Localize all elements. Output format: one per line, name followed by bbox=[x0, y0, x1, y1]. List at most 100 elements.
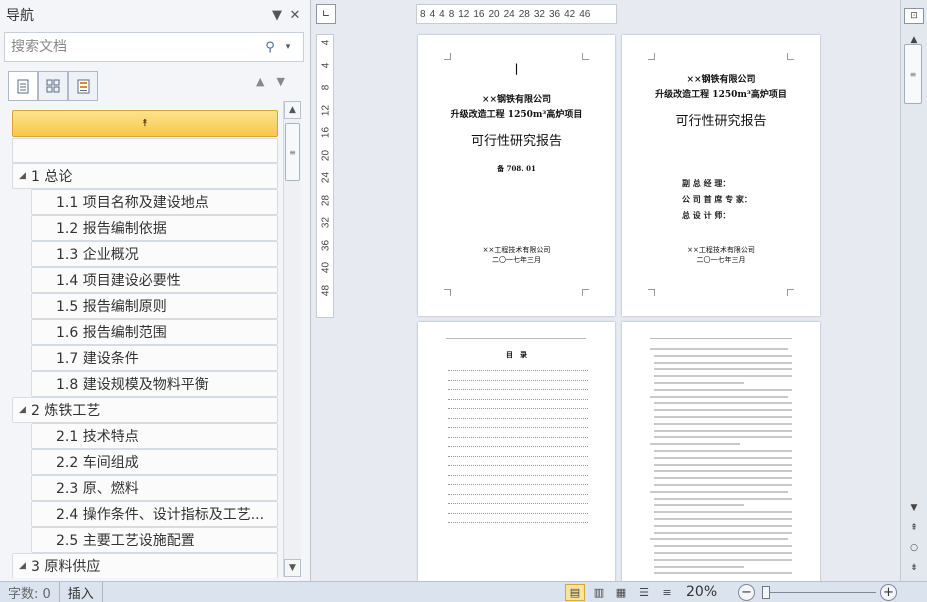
expand-triangle-icon[interactable]: ◢ bbox=[19, 561, 31, 571]
toc-entry-line bbox=[448, 417, 588, 419]
ruler-tick-label: 24 bbox=[503, 8, 515, 20]
body-text-line bbox=[654, 456, 792, 459]
tree-heading-level2[interactable]: 1.4 项目建设必要性 bbox=[31, 267, 278, 293]
collapse-to-top-button[interactable]: ⯭ bbox=[12, 110, 278, 137]
previous-page-icon[interactable]: ⇞ bbox=[904, 520, 924, 536]
body-text-line bbox=[650, 490, 788, 493]
zoom-level[interactable]: 20% bbox=[686, 584, 717, 600]
tree-heading-label: 1.8 建设规模及物料平衡 bbox=[56, 377, 209, 393]
expand-triangle-icon[interactable]: ◢ bbox=[19, 405, 31, 415]
navigation-pane: 导航 ▼ ✕ ⚲ ▾ ▲ ▼ ⯭ ◢1 总论1.1 项目名称及建设地点1.2 报… bbox=[0, 0, 311, 581]
tree-heading-label: 1 总论 bbox=[31, 169, 73, 185]
select-browse-object-icon[interactable]: ○ bbox=[904, 540, 924, 556]
ruler-tick-label: 42 bbox=[564, 8, 576, 20]
zoom-in-button[interactable]: + bbox=[880, 584, 897, 601]
print-layout-view-icon[interactable]: ▤ bbox=[565, 584, 585, 601]
body-text-line bbox=[650, 395, 788, 398]
body-text-line bbox=[654, 518, 792, 520]
tab-pages[interactable] bbox=[38, 71, 68, 101]
body-text-line bbox=[654, 382, 744, 384]
scroll-down-arrow-icon[interactable]: ▼ bbox=[284, 559, 301, 577]
body-text-line bbox=[654, 511, 792, 514]
ruler-tick-label: 32 bbox=[320, 216, 332, 229]
scroll-thumb[interactable]: ≡ bbox=[285, 123, 300, 181]
tree-heading-level2[interactable]: 2.4 操作条件、设计指标及工艺... bbox=[31, 501, 278, 527]
horizontal-ruler[interactable]: 8 4 4 8 12 16 20 24 28 32 36 42 46 bbox=[416, 4, 617, 24]
next-arrow-icon[interactable]: ▼ bbox=[276, 75, 284, 88]
tree-heading-level1[interactable]: ◢ 3 原料供应 bbox=[12, 553, 278, 578]
page-3-table-of-contents[interactable]: 目 录 bbox=[418, 322, 615, 582]
ruler-tick-label: 16 bbox=[320, 126, 332, 139]
tree-heading-level2[interactable]: 1.1 项目名称及建设地点 bbox=[31, 189, 278, 215]
tree-items: ◢ 1 总论 1.1 项目名称及建设地点 1.2 报告编制依据 1.3 企业概况 1.4 … bbox=[12, 163, 278, 578]
tree-heading-level2[interactable]: 2.1 技术特点 bbox=[31, 423, 278, 449]
tree-heading-level2[interactable]: 1.2 报告编制依据 bbox=[31, 215, 278, 241]
ruler-toggle-icon[interactable]: ⊡ bbox=[904, 8, 924, 24]
toc-entry-line bbox=[448, 493, 588, 495]
search-icon[interactable]: ⚲ bbox=[261, 40, 279, 55]
body-text-line bbox=[654, 545, 792, 548]
ruler-tick-label: 28 bbox=[320, 194, 332, 206]
scroll-down-arrow-icon[interactable]: ▼ bbox=[904, 500, 924, 516]
insert-mode[interactable]: 插入 bbox=[60, 582, 103, 602]
previous-arrow-icon[interactable]: ▲ bbox=[256, 75, 264, 88]
tree-heading-level1[interactable]: ◢ 2 炼铁工艺 bbox=[12, 397, 278, 423]
body-text-line bbox=[650, 348, 788, 350]
outline-view-icon[interactable]: ☰ bbox=[634, 584, 654, 601]
word-count[interactable]: 字数: 0 bbox=[0, 582, 60, 602]
scroll-thumb[interactable]: ≡ bbox=[904, 44, 922, 104]
draft-view-icon[interactable]: ≡ bbox=[657, 584, 677, 601]
body-text-line bbox=[654, 361, 792, 364]
tree-heading-level2[interactable]: 1.5 报告编制原则 bbox=[31, 293, 278, 319]
zoom-slider-track[interactable] bbox=[766, 592, 876, 593]
close-icon[interactable]: ✕ bbox=[286, 8, 304, 23]
next-page-icon[interactable]: ⇟ bbox=[904, 560, 924, 576]
tree-heading-label: 1.3 企业概况 bbox=[56, 247, 139, 263]
toc-entry-line bbox=[448, 370, 588, 371]
tab-headings[interactable] bbox=[8, 71, 38, 101]
tab-results[interactable] bbox=[68, 71, 98, 101]
page-4-body-text[interactable] bbox=[622, 322, 820, 582]
vertical-ruler[interactable]: 4 4 8 12 16 20 24 28 32 36 40 48 bbox=[316, 34, 334, 318]
tree-heading-level1[interactable]: ◢ 1 总论 bbox=[12, 163, 278, 189]
tree-heading-level2[interactable]: 2.3 原、燃料 bbox=[31, 475, 278, 501]
tree-heading-level2[interactable]: 2.2 车间组成 bbox=[31, 449, 278, 475]
scroll-up-arrow-icon[interactable]: ▲ bbox=[284, 101, 301, 119]
dropdown-icon[interactable]: ▼ bbox=[268, 8, 286, 23]
search-box[interactable]: ⚲ ▾ bbox=[4, 32, 304, 62]
zoom-out-button[interactable]: − bbox=[738, 584, 755, 601]
toc-entry-line bbox=[448, 512, 588, 514]
ruler-tick-label: 4 bbox=[439, 8, 445, 20]
ruler-tick-label: 8 bbox=[420, 8, 426, 20]
web-layout-icon[interactable]: ▦ bbox=[611, 584, 631, 601]
search-input[interactable] bbox=[11, 39, 261, 55]
tree-heading-level2[interactable]: 2.5 主要工艺设施配置 bbox=[31, 527, 278, 553]
document-scrollbar[interactable]: ⊡ ▲ ≡ ▼ ⇞ ○ ⇟ bbox=[900, 0, 927, 581]
tree-heading-level2[interactable]: 1.8 建设规模及物料平衡 bbox=[31, 371, 278, 397]
page-2-signatures[interactable]: ××钢铁有限公司 升级改造工程 1250m³高炉项目 可行性研究报告 副 总 经… bbox=[622, 35, 820, 316]
toc-entry-line bbox=[448, 446, 588, 447]
zoom-slider-thumb[interactable] bbox=[762, 586, 770, 599]
tree-heading-label: 1.7 建设条件 bbox=[56, 351, 139, 367]
page-1-cover[interactable]: | ××钢铁有限公司 升级改造工程 1250m³高炉项目 可行性研究报告 备 7… bbox=[418, 35, 615, 316]
tree-heading-level2[interactable]: 1.3 企业概况 bbox=[31, 241, 278, 267]
expand-triangle-icon[interactable]: ◢ bbox=[19, 171, 31, 181]
nav-arrows: ▲ ▼ bbox=[256, 75, 285, 88]
body-text-line bbox=[654, 388, 792, 391]
tree-heading-level2[interactable]: 1.7 建设条件 bbox=[31, 345, 278, 371]
full-screen-reading-icon[interactable]: ▥ bbox=[589, 584, 609, 601]
ruler-tick-label: 16 bbox=[473, 8, 485, 20]
ruler-tick-label: 12 bbox=[320, 104, 332, 116]
body-text-line bbox=[654, 402, 792, 405]
tree-scrollbar[interactable]: ▲ ≡ ▼ bbox=[283, 101, 301, 577]
collapse-up-icon: ⯭ bbox=[142, 118, 148, 129]
body-text-line bbox=[654, 422, 792, 425]
blank-heading-row[interactable] bbox=[12, 138, 278, 163]
chevron-down-icon[interactable]: ▾ bbox=[279, 42, 297, 52]
ruler-tick-label: 36 bbox=[549, 8, 561, 20]
ruler-tick-label: 4 bbox=[429, 8, 436, 20]
tree-heading-label: 2 炼铁工艺 bbox=[31, 403, 101, 419]
tree-heading-level2[interactable]: 1.6 报告编制范围 bbox=[31, 319, 278, 345]
tree-heading-label: 1.5 报告编制原则 bbox=[56, 299, 167, 315]
tab-selector-button[interactable]: ∟ bbox=[316, 4, 336, 24]
